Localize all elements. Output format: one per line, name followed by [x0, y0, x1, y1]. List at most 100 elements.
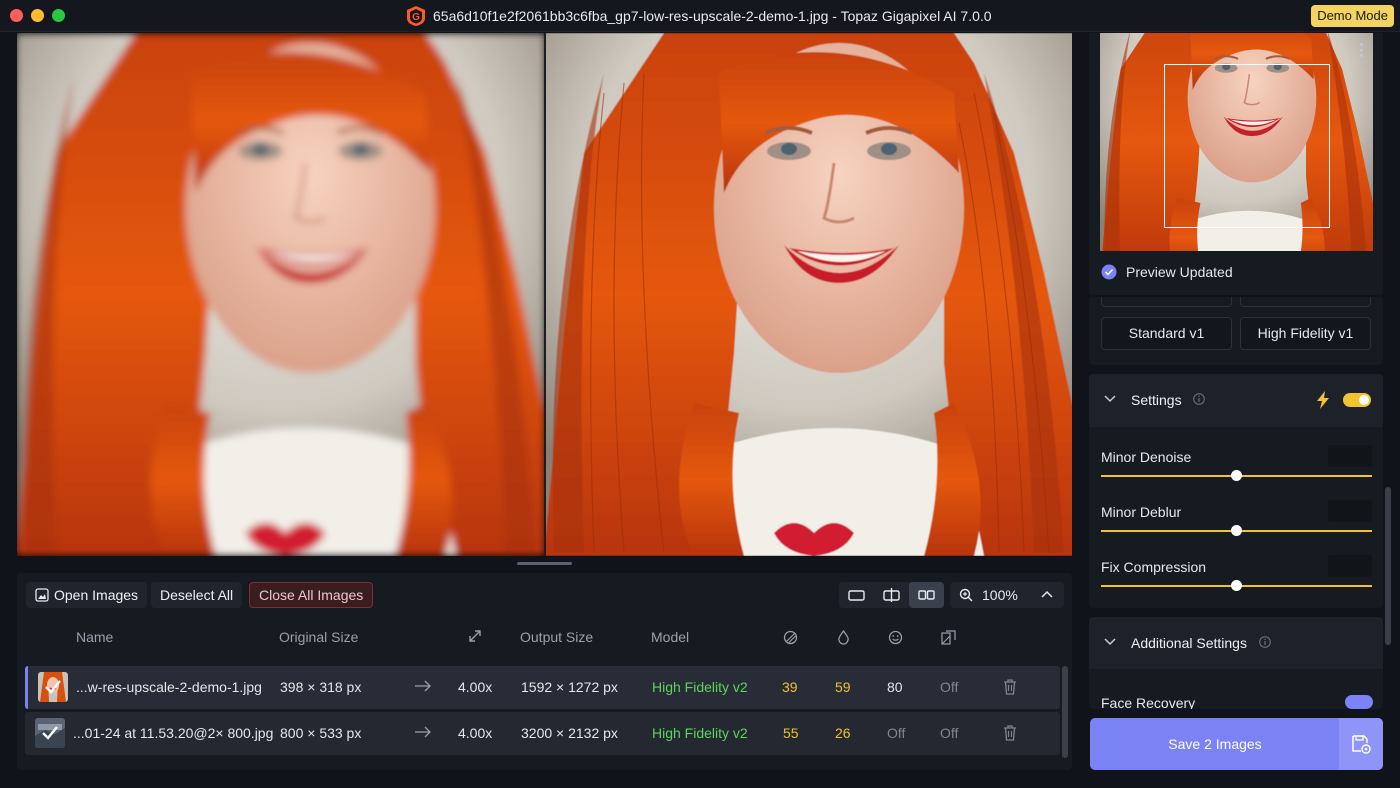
compression-value: Off [940, 725, 959, 741]
trash-icon[interactable] [1003, 725, 1017, 741]
additional-settings-header[interactable]: Additional Settings [1089, 617, 1383, 669]
face-recovery-value: 80 [887, 679, 903, 695]
svg-text:G: G [412, 12, 420, 23]
original-preview-pane[interactable] [17, 33, 544, 556]
navigator-viewport-box[interactable] [1164, 64, 1330, 228]
denoise-value: 55 [783, 725, 799, 741]
save-images-button[interactable]: Save 2 Images [1090, 718, 1383, 770]
minor-deblur-value-field[interactable] [1328, 500, 1372, 522]
single-view-button[interactable] [839, 582, 874, 608]
settings-header[interactable]: Settings [1089, 374, 1383, 427]
minor-denoise-slider-handle[interactable] [1231, 470, 1242, 481]
sidebar-scrollbar[interactable] [1385, 487, 1391, 645]
droplet-icon [838, 630, 849, 645]
image-thumbnail[interactable] [38, 672, 68, 702]
side-by-side-icon [918, 590, 935, 600]
zoom-control[interactable]: 100% [950, 582, 1064, 608]
fix-compression-value-field[interactable] [1328, 555, 1372, 577]
chevron-down-icon[interactable] [1104, 395, 1116, 403]
fix-compression-label: Fix Compression [1101, 559, 1207, 575]
column-header-name[interactable]: Name [76, 629, 113, 645]
zoom-icon [959, 588, 973, 602]
additional-settings-title: Additional Settings [1131, 635, 1247, 651]
save-settings-icon [1352, 735, 1371, 754]
more-options-icon[interactable] [1360, 43, 1363, 57]
export-settings-button[interactable] [1339, 718, 1383, 770]
settings-card: Settings Minor Denoise Minor Deblur Fix … [1089, 374, 1383, 608]
image-icon [35, 588, 49, 602]
model-name[interactable]: High Fidelity v2 [652, 725, 748, 741]
deblur-value: 26 [835, 725, 851, 741]
trash-icon[interactable] [1003, 679, 1017, 695]
demo-mode-badge[interactable]: Demo Mode [1311, 5, 1394, 27]
preview-status: Preview Updated [1101, 264, 1233, 280]
preview-status-label: Preview Updated [1126, 264, 1233, 280]
chevron-down-icon[interactable] [1104, 638, 1116, 646]
column-header-output-size[interactable]: Output Size [520, 629, 593, 645]
face-recovery-value: Off [887, 725, 906, 741]
denoise-icon [783, 630, 798, 645]
window-minimize-button[interactable] [31, 9, 44, 22]
expand-arrows-icon [469, 630, 481, 642]
model-name[interactable]: High Fidelity v2 [652, 679, 748, 695]
panel-resize-handle[interactable] [517, 562, 572, 565]
checkmark-icon [45, 680, 61, 694]
open-images-button[interactable]: Open Images [26, 582, 148, 608]
model-option-edge [1101, 297, 1232, 307]
close-all-images-button[interactable]: Close All Images [249, 582, 374, 608]
info-icon[interactable] [1193, 393, 1205, 405]
lightning-icon [1317, 391, 1329, 409]
chevron-up-icon[interactable] [1041, 590, 1053, 598]
upscaled-preview-pane[interactable] [546, 33, 1072, 556]
navigator-thumbnail[interactable] [1100, 33, 1373, 251]
info-icon[interactable] [1259, 636, 1271, 648]
image-list-scrollbar[interactable] [1062, 666, 1068, 758]
original-size: 398 × 318 px [280, 679, 362, 695]
settings-toggle[interactable] [1343, 393, 1371, 407]
file-name: ...w-res-upscale-2-demo-1.jpg [76, 679, 262, 695]
column-header-model[interactable]: Model [651, 629, 689, 645]
minor-deblur-label: Minor Deblur [1101, 504, 1182, 520]
deblur-value: 59 [835, 679, 851, 695]
output-size: 3200 × 2132 px [521, 725, 618, 741]
file-name: ...01-24 at 11.53.20@2× 800.jpg [73, 725, 274, 741]
scale-factor[interactable]: 4.00x [458, 679, 492, 695]
window-maximize-button[interactable] [52, 9, 65, 22]
table-row[interactable]: ...w-res-upscale-2-demo-1.jpg 398 × 318 … [25, 666, 1060, 709]
original-size: 800 × 533 px [280, 725, 362, 741]
fix-compression-slider-handle[interactable] [1231, 580, 1242, 591]
arrow-right-icon [415, 726, 431, 738]
model-high-fidelity-v1-button[interactable]: High Fidelity v1 [1240, 317, 1371, 350]
deselect-all-button[interactable]: Deselect All [151, 582, 243, 608]
window-close-button[interactable] [10, 9, 23, 22]
model-standard-v1-button[interactable]: Standard v1 [1101, 317, 1232, 350]
compression-value: Off [940, 679, 959, 695]
image-thumbnail[interactable] [35, 718, 65, 748]
minor-denoise-label: Minor Denoise [1101, 449, 1192, 465]
split-view-button[interactable] [874, 582, 909, 608]
single-view-icon [848, 590, 865, 601]
split-view-icon [883, 588, 900, 602]
title-bar: G 65a6d10f1e2f2061bb3c6fba_gp7-low-res-u… [0, 0, 1400, 32]
image-preview[interactable] [17, 33, 1072, 556]
checkmark-icon [42, 726, 58, 740]
face-recovery-toggle[interactable] [1345, 695, 1373, 709]
minor-deblur-slider-handle[interactable] [1231, 525, 1242, 536]
column-header-original-size[interactable]: Original Size [279, 629, 358, 645]
side-by-side-view-button[interactable] [909, 582, 944, 608]
settings-title: Settings [1131, 392, 1182, 408]
scale-factor[interactable]: 4.00x [458, 725, 492, 741]
open-images-label: Open Images [54, 587, 139, 603]
zoom-level: 100% [982, 587, 1018, 603]
window-title: 65a6d10f1e2f2061bb3c6fba_gp7-low-res-ups… [433, 8, 992, 24]
table-row[interactable]: ...01-24 at 11.53.20@2× 800.jpg 800 × 53… [25, 712, 1060, 755]
compression-icon [941, 630, 956, 645]
toggle-knob [1359, 395, 1369, 405]
gigapixel-logo-icon: G [407, 6, 425, 26]
check-circle-icon [1101, 264, 1117, 280]
minor-denoise-value-field[interactable] [1328, 445, 1372, 467]
arrow-right-icon [415, 680, 431, 692]
navigator-card: Preview Updated [1089, 33, 1383, 295]
view-mode-selector [839, 582, 944, 608]
model-option-edge [1240, 297, 1371, 307]
